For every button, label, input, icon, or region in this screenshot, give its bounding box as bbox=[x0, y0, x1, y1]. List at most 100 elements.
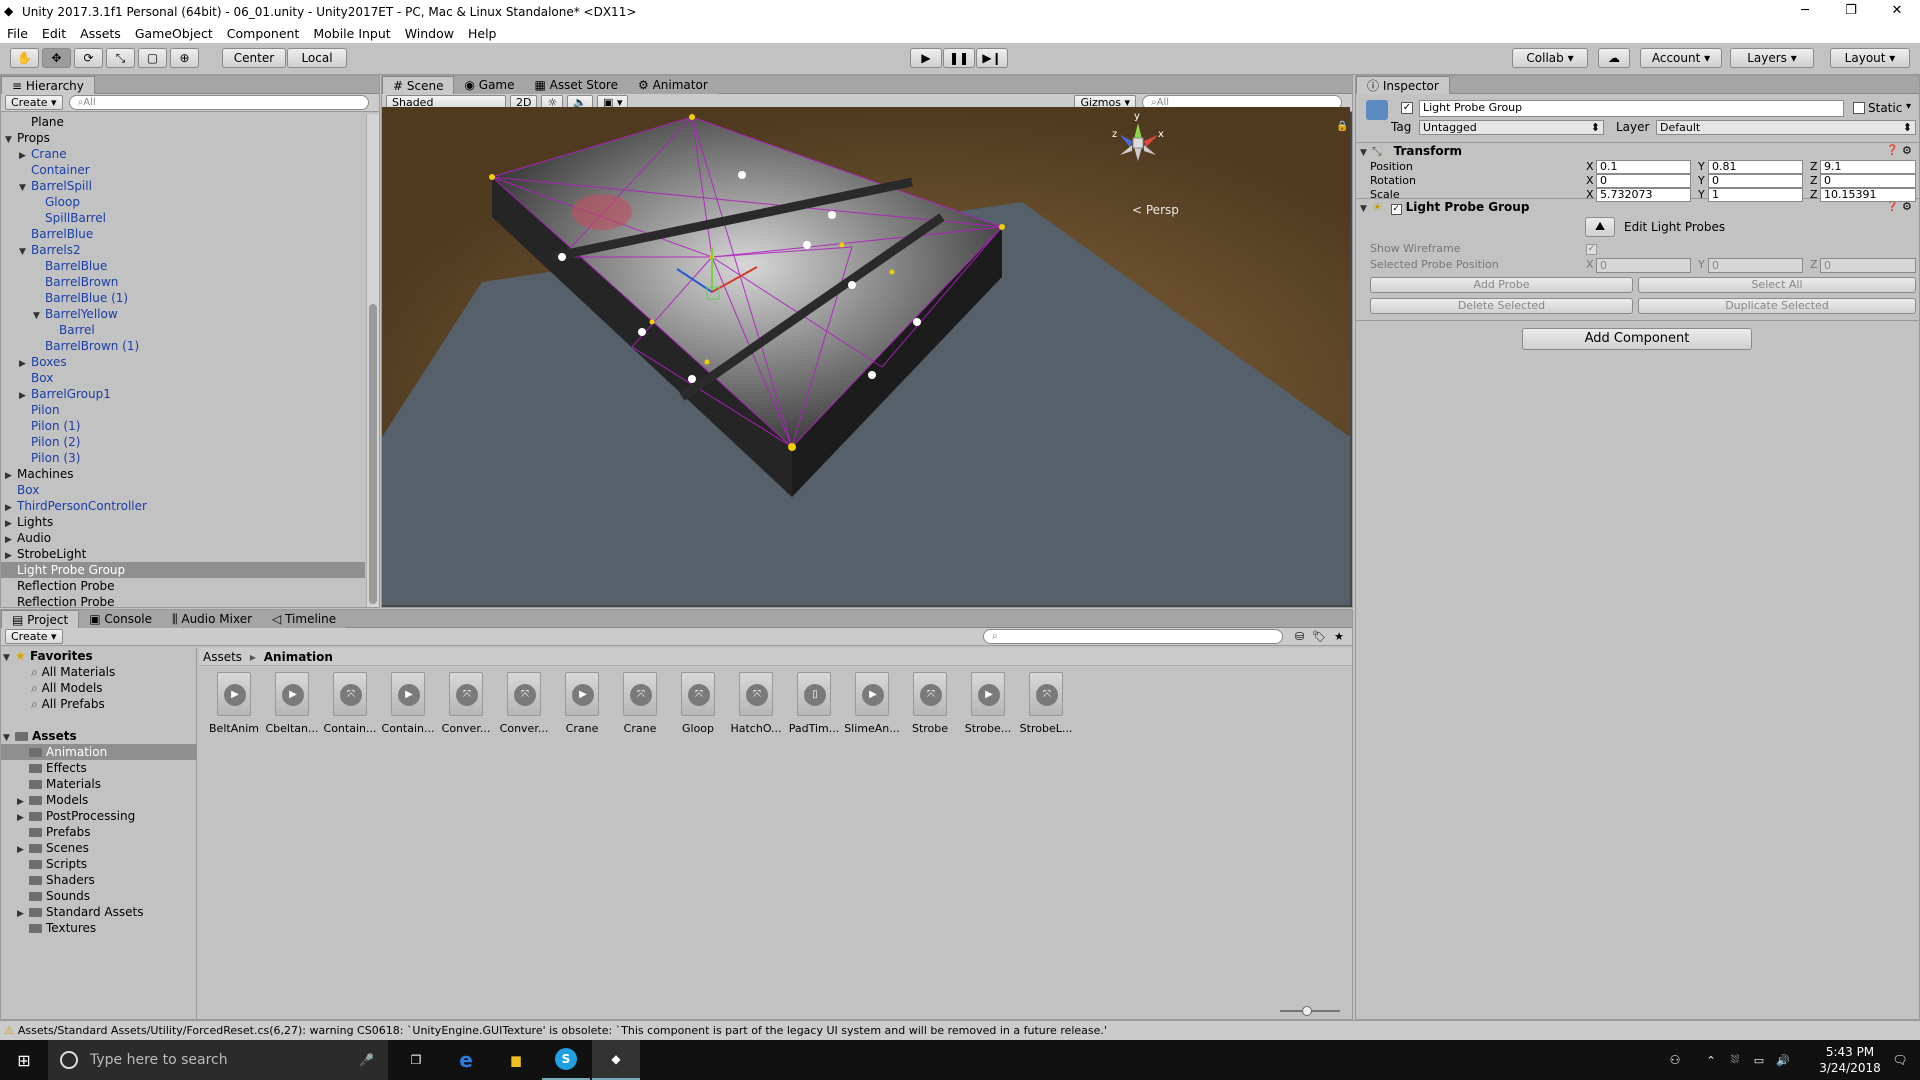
favorite-item[interactable]: ⌕ All Materials bbox=[1, 664, 197, 680]
static-dropdown-arrow[interactable]: ▾ bbox=[1906, 101, 1911, 112]
folder-item[interactable]: ▶ Scenes bbox=[1, 840, 197, 856]
tab-timeline[interactable]: ◁ Timeline bbox=[262, 610, 347, 628]
folder-item[interactable]: Scripts bbox=[1, 856, 197, 872]
object-name-field[interactable]: Light Probe Group bbox=[1419, 100, 1844, 117]
menu-file[interactable]: File bbox=[0, 26, 35, 41]
menu-mobile-input[interactable]: Mobile Input bbox=[306, 26, 397, 41]
asset-item[interactable]: ▶ Contain... bbox=[380, 672, 436, 735]
asset-item[interactable]: ⤧ Strobe bbox=[902, 672, 958, 735]
folder-item[interactable]: Effects bbox=[1, 760, 197, 776]
favorite-item[interactable]: ⌕ All Models bbox=[1, 680, 197, 696]
hierarchy-item[interactable]: ▼ Barrels2 bbox=[1, 242, 365, 258]
rotation-y-field[interactable]: 0 bbox=[1708, 174, 1803, 188]
hierarchy-item[interactable]: ▶ Boxes bbox=[1, 354, 365, 370]
show-wireframe-checkbox[interactable]: ✓ bbox=[1586, 244, 1597, 255]
rotation-x-field[interactable]: 0 bbox=[1596, 174, 1691, 188]
scale-z-field[interactable]: 10.15391 bbox=[1820, 188, 1916, 202]
favorite-star-icon[interactable]: ★ bbox=[1334, 630, 1344, 643]
maximize-button[interactable]: ❐ bbox=[1828, 0, 1874, 23]
skype-button[interactable]: S bbox=[542, 1040, 590, 1080]
hierarchy-item[interactable]: ▼ BarrelYellow bbox=[1, 306, 365, 322]
tab-asset-store[interactable]: ▦ Asset Store bbox=[524, 76, 628, 94]
network-icon[interactable]: ⛆ bbox=[1724, 1040, 1746, 1080]
transform-tool-button[interactable]: ⊕ bbox=[170, 48, 199, 68]
menu-assets[interactable]: Assets bbox=[73, 26, 128, 41]
hierarchy-item[interactable]: Gloop bbox=[1, 194, 365, 210]
duplicate-selected-button[interactable]: Duplicate Selected bbox=[1638, 298, 1916, 314]
hierarchy-item[interactable]: SpillBarrel bbox=[1, 210, 365, 226]
folder-item[interactable]: ▶ Standard Assets bbox=[1, 904, 197, 920]
start-button[interactable]: ⊞ bbox=[0, 1040, 48, 1080]
folder-item[interactable]: Animation bbox=[1, 744, 197, 760]
component-enabled-checkbox[interactable]: ✓ bbox=[1390, 204, 1402, 215]
file-explorer-button[interactable]: ▆ bbox=[492, 1040, 540, 1080]
filter-type-icon[interactable]: ⛁ bbox=[1295, 630, 1304, 643]
collab-button[interactable]: Collab ▾ bbox=[1512, 48, 1588, 68]
edge-button[interactable]: e bbox=[442, 1040, 490, 1080]
hierarchy-item[interactable]: BarrelBrown (1) bbox=[1, 338, 365, 354]
asset-item[interactable]: ⤧ Conver... bbox=[496, 672, 552, 735]
asset-item[interactable]: ▶ Cbeltan... bbox=[264, 672, 320, 735]
hierarchy-item[interactable]: Box bbox=[1, 370, 365, 386]
tab-project[interactable]: ▤ Project bbox=[1, 610, 80, 628]
project-search-input[interactable]: ⌕ bbox=[982, 629, 1283, 644]
breadcrumb-assets[interactable]: Assets bbox=[203, 650, 242, 664]
folder-item[interactable]: ▶ PostProcessing bbox=[1, 808, 197, 824]
rotate-tool-button[interactable]: ⟳ bbox=[74, 48, 103, 68]
account-button[interactable]: Account ▾ bbox=[1640, 48, 1722, 68]
folder-item[interactable]: Prefabs bbox=[1, 824, 197, 840]
scale-x-field[interactable]: 5.732073 bbox=[1596, 188, 1691, 202]
hierarchy-item[interactable]: Container bbox=[1, 162, 365, 178]
add-component-button[interactable]: Add Component bbox=[1522, 328, 1752, 350]
asset-item[interactable]: ⤧ Crane bbox=[612, 672, 668, 735]
asset-item[interactable]: ▶ Crane bbox=[554, 672, 610, 735]
hierarchy-search-input[interactable]: ⌕All bbox=[68, 95, 369, 110]
close-button[interactable]: ✕ bbox=[1874, 0, 1920, 23]
hierarchy-scrollbar[interactable] bbox=[366, 114, 379, 607]
tray-chevron-icon[interactable]: ⌃ bbox=[1700, 1040, 1722, 1080]
hierarchy-item[interactable]: Light Probe Group bbox=[1, 562, 365, 578]
move-tool-button[interactable]: ✥ bbox=[42, 48, 71, 68]
hierarchy-item[interactable]: Plane bbox=[1, 114, 365, 130]
tab-console[interactable]: ▣ Console bbox=[79, 610, 163, 628]
menu-gameobject[interactable]: GameObject bbox=[128, 26, 220, 41]
hierarchy-item[interactable]: BarrelBlue bbox=[1, 258, 365, 274]
tab-audio-mixer[interactable]: ⫼ Audio Mixer bbox=[162, 610, 263, 628]
projection-label[interactable]: < Persp bbox=[1132, 203, 1179, 217]
pivot-local-button[interactable]: Local bbox=[287, 48, 347, 68]
position-z-field[interactable]: 9.1 bbox=[1820, 160, 1916, 174]
hierarchy-item[interactable]: ▼ Props bbox=[1, 130, 365, 146]
active-checkbox[interactable]: ✓ bbox=[1401, 102, 1413, 114]
asset-item[interactable]: ▶ Strobe... bbox=[960, 672, 1016, 735]
scene-viewport[interactable]: y x z < Persp 🔒 bbox=[382, 107, 1350, 605]
transform-header[interactable]: ▼ ⤡ Transform ❓ ⚙ bbox=[1356, 142, 1919, 160]
status-bar[interactable]: ⚠ Assets/Standard Assets/Utility/ForcedRe… bbox=[0, 1020, 1920, 1040]
hierarchy-item[interactable]: ▶ Lights bbox=[1, 514, 365, 530]
notifications-button[interactable]: 🗨 bbox=[1880, 1040, 1920, 1080]
task-view-button[interactable]: ❐ bbox=[392, 1040, 440, 1080]
breadcrumb-animation[interactable]: Animation bbox=[264, 650, 333, 664]
hierarchy-item[interactable]: Pilon (3) bbox=[1, 450, 365, 466]
help-icon[interactable]: ❓ bbox=[1886, 142, 1898, 160]
settings-gear-icon[interactable]: ⚙ bbox=[1902, 142, 1912, 160]
tab-game[interactable]: ◉ Game bbox=[454, 76, 525, 94]
tab-inspector[interactable]: ⓘ Inspector bbox=[1356, 76, 1450, 94]
rotation-z-field[interactable]: 0 bbox=[1820, 174, 1916, 188]
hierarchy-item[interactable]: Barrel bbox=[1, 322, 365, 338]
hierarchy-item[interactable]: ▶ ThirdPersonController bbox=[1, 498, 365, 514]
hierarchy-item[interactable]: ▶ Machines bbox=[1, 466, 365, 482]
asset-item[interactable]: ▯ PadTim... bbox=[786, 672, 842, 735]
asset-item[interactable]: ⤧ Contain... bbox=[322, 672, 378, 735]
scale-y-field[interactable]: 1 bbox=[1708, 188, 1803, 202]
tag-dropdown[interactable]: Untagged ⬍ bbox=[1419, 120, 1604, 135]
tab-scene[interactable]: # Scene bbox=[382, 76, 455, 94]
battery-icon[interactable]: ▭ bbox=[1748, 1040, 1770, 1080]
favorite-item[interactable]: ⌕ All Prefabs bbox=[1, 696, 197, 712]
hierarchy-item[interactable]: Box bbox=[1, 482, 365, 498]
cloud-button[interactable]: ☁ bbox=[1598, 48, 1630, 68]
unity-taskbar-button[interactable]: ◆ bbox=[592, 1040, 640, 1080]
hierarchy-item[interactable]: ▶ StrobeLight bbox=[1, 546, 365, 562]
filter-label-icon[interactable]: 🏷 bbox=[1312, 630, 1326, 643]
layout-dropdown[interactable]: Layout ▾ bbox=[1830, 48, 1910, 68]
assets-header[interactable]: ▼ Assets bbox=[1, 728, 197, 744]
